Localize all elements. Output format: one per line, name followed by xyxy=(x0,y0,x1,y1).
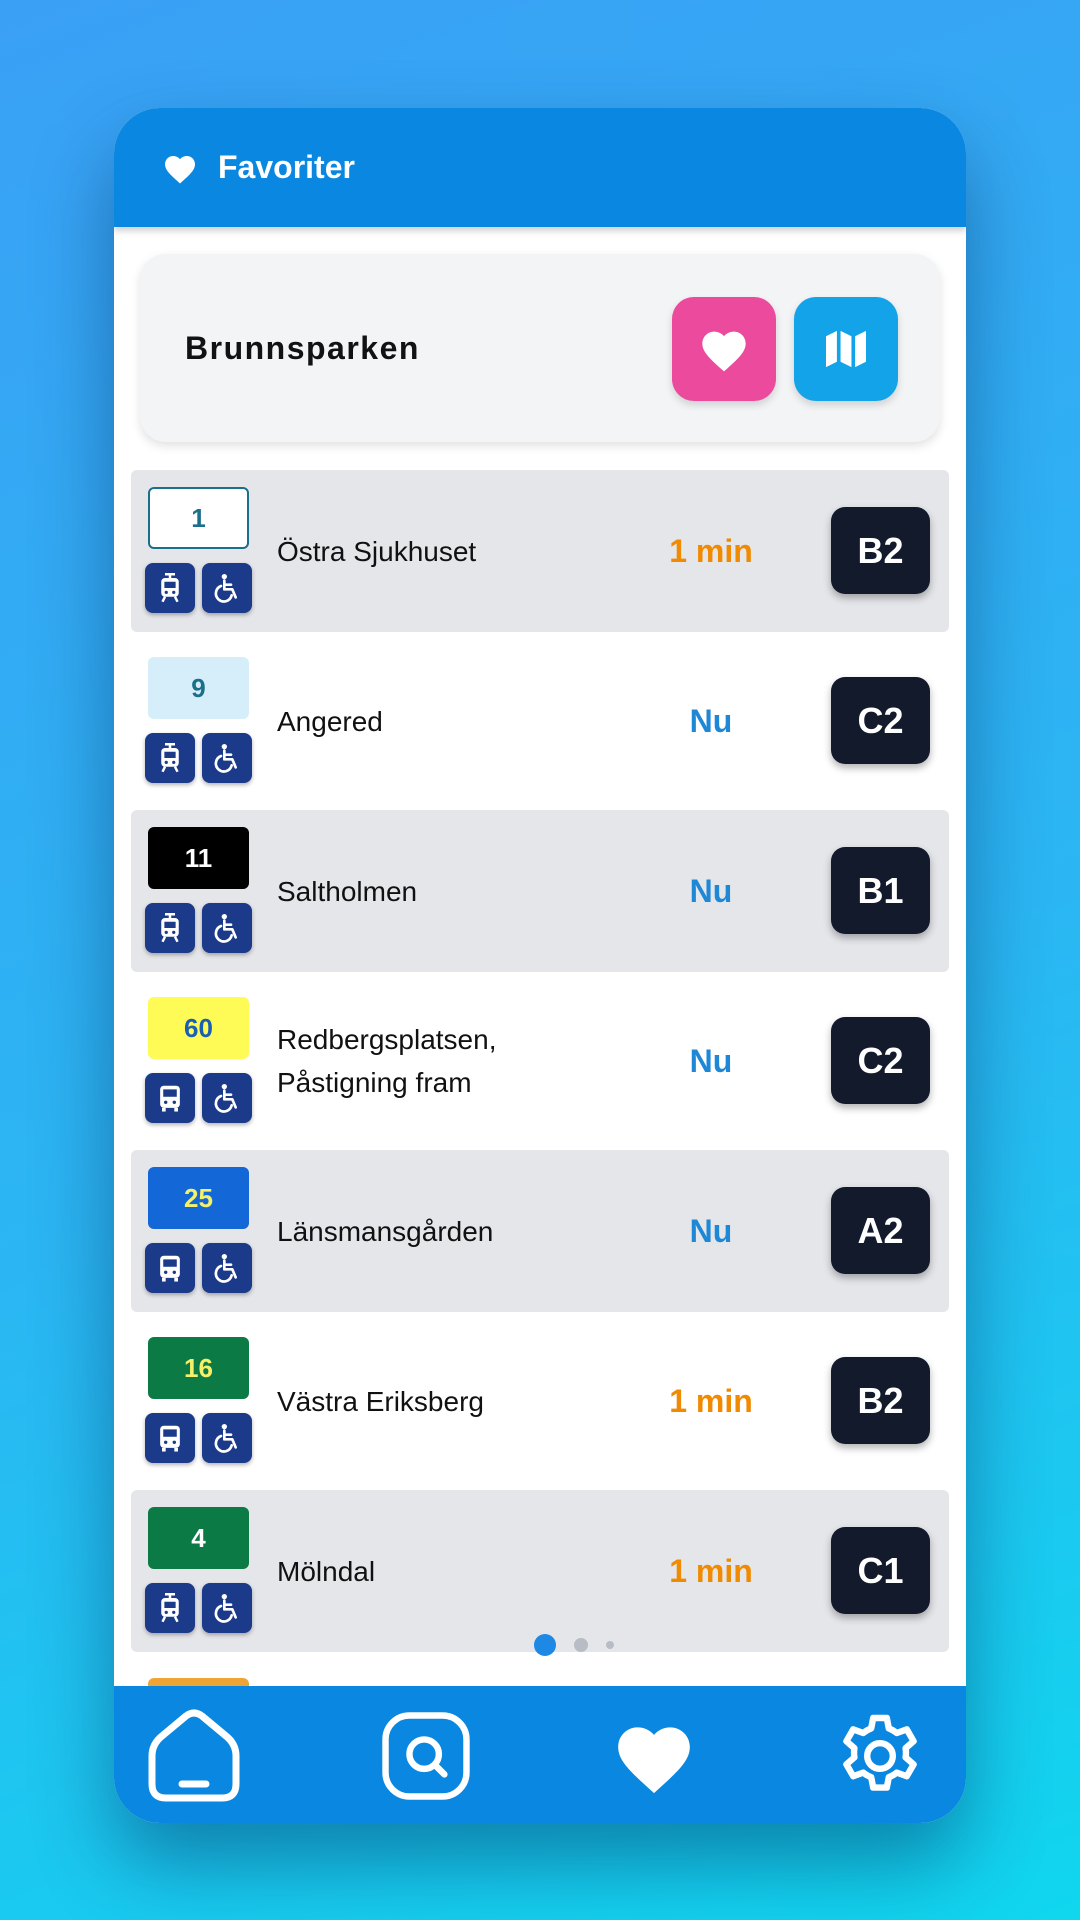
bottom-nav xyxy=(114,1686,966,1823)
gear-icon xyxy=(843,1714,917,1791)
destination-label: Länsmansgården xyxy=(277,1215,494,1247)
departure-time: 1 min xyxy=(669,532,753,569)
departure-row[interactable]: 60 Redbergsplatsen, Påstigning fram Nu C… xyxy=(131,980,949,1142)
line-number-badge: 1 xyxy=(148,487,249,549)
departure-time: 1 min xyxy=(669,1382,753,1419)
vehicle-icons xyxy=(145,1583,252,1633)
nav-home-button[interactable] xyxy=(144,1706,244,1806)
map-button[interactable] xyxy=(794,297,898,401)
nav-search-button[interactable] xyxy=(376,1706,476,1806)
destination-label: Västra Eriksberg xyxy=(277,1385,484,1417)
nav-settings-button[interactable] xyxy=(830,1706,930,1806)
line-number-badge: 9 xyxy=(148,657,249,719)
departure-list: 1 Östra Sjukhuset 1 min B2 9 Angered Nu … xyxy=(131,470,949,1660)
departure-row[interactable]: 11 Saltholmen Nu B1 xyxy=(131,810,949,972)
vehicle-icons xyxy=(145,1413,252,1463)
bus-icon xyxy=(145,1243,195,1293)
platform-badge: C1 xyxy=(831,1527,930,1614)
line-number-badge: 16 xyxy=(148,1337,249,1399)
page-dot[interactable] xyxy=(534,1634,556,1656)
tram-icon xyxy=(145,563,195,613)
departure-row[interactable]: 1 Östra Sjukhuset 1 min B2 xyxy=(131,470,949,632)
departure-row[interactable]: 25 Länsmansgården Nu A2 xyxy=(131,1150,949,1312)
heart-icon xyxy=(165,155,195,184)
tram-icon xyxy=(145,903,195,953)
page-indicator xyxy=(534,1634,614,1656)
destination-label: Redbergsplatsen, Påstigning fram xyxy=(277,1024,497,1098)
vehicle-icons xyxy=(145,1243,252,1293)
vehicle-icons xyxy=(145,903,252,953)
destination-label: Angered xyxy=(277,705,383,737)
line-number-badge: 4 xyxy=(148,1507,249,1569)
vehicle-icons xyxy=(145,1073,252,1123)
heart-icon xyxy=(702,331,746,372)
top-bar: Favoriter xyxy=(114,108,966,227)
departure-time: 1 min xyxy=(669,1552,753,1589)
vehicle-icons xyxy=(145,563,252,613)
app-window: Favoriter Brunnsparken 1 Östra Sjukhuset… xyxy=(114,108,966,1823)
departure-time: Nu xyxy=(689,1212,733,1249)
line-number-badge: 11 xyxy=(148,827,249,889)
departure-time: Nu xyxy=(689,702,733,739)
home-icon xyxy=(148,1709,240,1802)
departure-row[interactable]: 9 Angered Nu C2 xyxy=(131,640,949,802)
destination-label: Mölndal xyxy=(277,1555,376,1587)
platform-badge: B2 xyxy=(831,1357,930,1444)
wheelchair-icon xyxy=(202,1073,252,1123)
page-dot[interactable] xyxy=(574,1638,588,1652)
stop-name: Brunnsparken xyxy=(185,330,420,366)
platform-badge: A2 xyxy=(831,1187,930,1274)
platform-badge: B2 xyxy=(831,507,930,594)
wheelchair-icon xyxy=(202,1243,252,1293)
wheelchair-icon xyxy=(202,1583,252,1633)
departure-row[interactable]: 4 Mölndal 1 min C1 xyxy=(131,1490,949,1652)
line-number-badge: 60 xyxy=(148,997,249,1059)
destination-label: Östra Sjukhuset xyxy=(277,535,477,567)
tram-icon xyxy=(145,733,195,783)
page-title: Favoriter xyxy=(218,149,355,185)
vehicle-icons xyxy=(145,733,252,783)
bus-icon xyxy=(145,1413,195,1463)
platform-badge: C2 xyxy=(831,1017,930,1104)
departure-time: Nu xyxy=(689,1042,733,1079)
departure-row[interactable]: 16 Västra Eriksberg 1 min B2 xyxy=(131,1320,949,1482)
tram-icon xyxy=(145,1583,195,1633)
nav-favorites-button[interactable] xyxy=(604,1706,704,1806)
line-number-badge: 25 xyxy=(148,1167,249,1229)
departure-time: Nu xyxy=(689,872,733,909)
wheelchair-icon xyxy=(202,903,252,953)
stop-card: Brunnsparken xyxy=(140,254,940,442)
platform-badge: B1 xyxy=(831,847,930,934)
map-icon xyxy=(826,330,866,368)
wheelchair-icon xyxy=(202,563,252,613)
search-icon xyxy=(382,1712,470,1800)
wheelchair-icon xyxy=(202,1413,252,1463)
destination-label: Saltholmen xyxy=(277,875,418,907)
favorite-button[interactable] xyxy=(672,297,776,401)
wheelchair-icon xyxy=(202,733,252,783)
heart-icon xyxy=(618,1727,690,1794)
bus-icon xyxy=(145,1073,195,1123)
platform-badge: C2 xyxy=(831,677,930,764)
page-dot[interactable] xyxy=(606,1641,614,1649)
